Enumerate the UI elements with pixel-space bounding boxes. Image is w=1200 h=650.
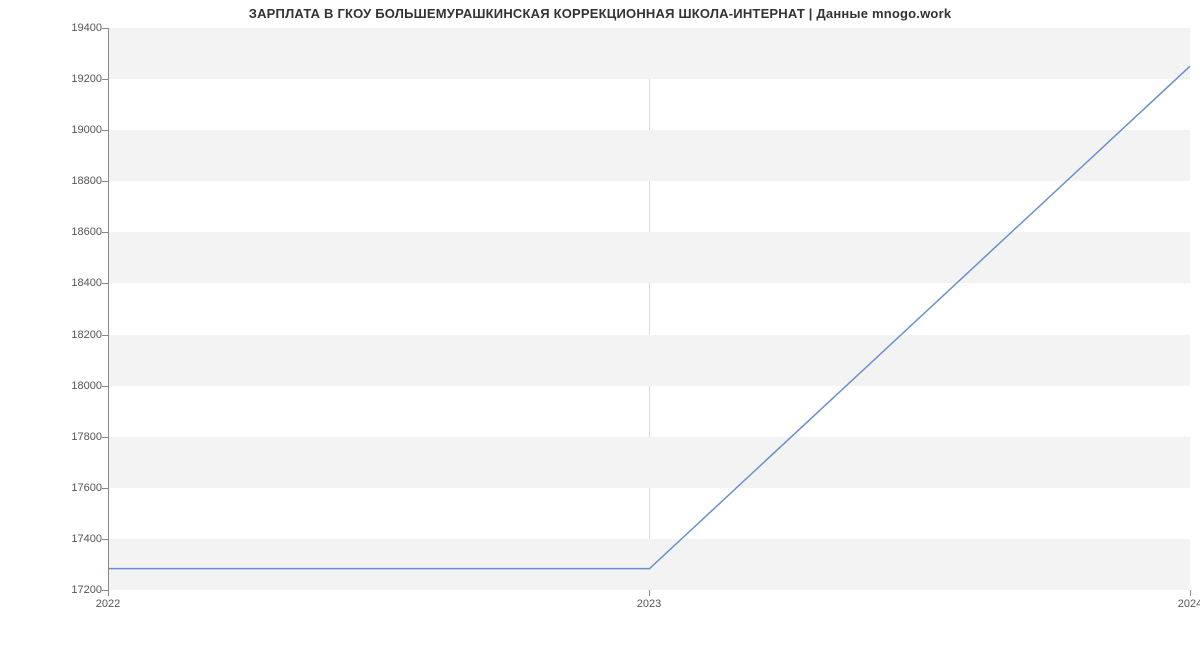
x-tick-label: 2022: [96, 598, 120, 610]
x-tick: [649, 590, 650, 596]
y-tick: [102, 437, 108, 438]
y-tick-label: 18200: [71, 329, 102, 341]
y-tick-label: 17200: [71, 584, 102, 596]
y-tick: [102, 539, 108, 540]
y-tick: [102, 130, 108, 131]
y-tick-label: 18400: [71, 277, 102, 289]
y-tick-label: 18600: [71, 226, 102, 238]
y-tick-label: 17400: [71, 533, 102, 545]
x-tick-label: 2024: [1178, 598, 1200, 610]
y-axis: 1720017400176001780018000182001840018600…: [0, 28, 108, 590]
y-tick: [102, 79, 108, 80]
x-tick-label: 2023: [637, 598, 661, 610]
y-tick-label: 19400: [71, 22, 102, 34]
x-axis: 202220232024: [108, 590, 1190, 630]
y-tick-label: 19000: [71, 124, 102, 136]
plot-area: [108, 28, 1190, 590]
x-tick: [1190, 590, 1191, 596]
y-tick: [102, 335, 108, 336]
y-tick-label: 18800: [71, 175, 102, 187]
y-tick-label: 18000: [71, 380, 102, 392]
y-tick: [102, 386, 108, 387]
y-tick: [102, 28, 108, 29]
chart-title: ЗАРПЛАТА В ГКОУ БОЛЬШЕМУРАШКИНСКАЯ КОРРЕ…: [0, 6, 1200, 21]
y-tick: [102, 232, 108, 233]
y-tick: [102, 488, 108, 489]
y-tick: [102, 590, 108, 591]
y-tick: [102, 283, 108, 284]
y-tick-label: 17800: [71, 431, 102, 443]
y-tick-label: 19200: [71, 73, 102, 85]
y-tick: [102, 181, 108, 182]
y-tick-label: 17600: [71, 482, 102, 494]
data-line: [109, 28, 1190, 589]
chart-container: ЗАРПЛАТА В ГКОУ БОЛЬШЕМУРАШКИНСКАЯ КОРРЕ…: [0, 0, 1200, 650]
x-tick: [108, 590, 109, 596]
